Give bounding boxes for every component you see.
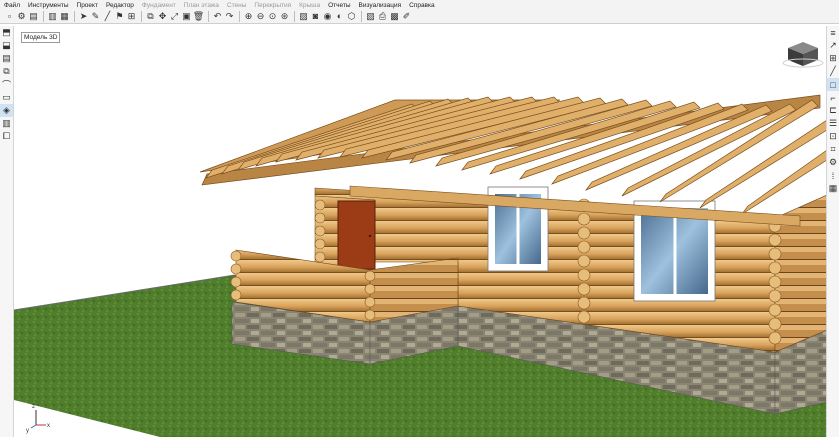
menu-editor[interactable]: Редактор (102, 2, 138, 9)
path-icon[interactable]: ↗ (827, 39, 839, 52)
toolbar-separator (208, 11, 209, 22)
select-arrow-icon[interactable]: ➤ (78, 11, 89, 22)
cube-icon[interactable]: ⬡ (346, 11, 357, 22)
axis-label-z: z (32, 404, 35, 410)
library-icon[interactable]: ▦ (59, 11, 70, 22)
layers-icon[interactable]: ▤ (28, 11, 39, 22)
menu-foundation[interactable]: Фундамент (138, 2, 180, 9)
line-tool-icon[interactable]: ╱ (827, 65, 839, 78)
zoom-in-icon[interactable]: ⊕ (243, 11, 254, 22)
contrast-icon[interactable]: ◐ (334, 11, 345, 22)
export-icon[interactable]: ▧ (365, 11, 376, 22)
navigation-cube[interactable] (782, 42, 824, 68)
step-tool-icon[interactable]: ⌐ (827, 91, 839, 104)
menu-walls[interactable]: Стены (223, 2, 250, 9)
toolbar-separator (294, 11, 295, 22)
view-walls-icon[interactable]: ▤ (0, 52, 13, 65)
image-icon[interactable]: ▨ (298, 11, 309, 22)
axis-label-x: x (47, 423, 50, 429)
menu-bar: Файл Инструменты Проект Редактор Фундаме… (0, 0, 839, 10)
crop-icon[interactable]: ⌗ (827, 143, 839, 156)
view-3d-icon[interactable]: ◈ (0, 104, 13, 117)
menu-tools[interactable]: Инструменты (24, 2, 73, 9)
toolbar-separator (74, 11, 75, 22)
toolbar-separator (361, 11, 362, 22)
paint-icon[interactable]: ✐ (401, 11, 412, 22)
axis-indicator (30, 410, 46, 429)
brush-icon[interactable]: ╱ (102, 11, 113, 22)
zoom-out-icon[interactable]: ⊖ (255, 11, 266, 22)
fit-icon[interactable]: ⤢ (169, 11, 180, 22)
move-icon[interactable]: ✥ (157, 11, 168, 22)
delete-icon[interactable]: 🗑 (193, 11, 204, 22)
axis-label-y: y (26, 428, 29, 434)
layers-right-icon[interactable]: ☰ (827, 117, 839, 130)
view-sheets-icon[interactable]: ⧉ (0, 65, 13, 78)
main-toolbar: ▫ ⚙ ▤ ▥ ▦ ➤ ✎ ╱ ⚑ ⊞ ⧉ ✥ ⤢ ▣ 🗑 ↶ ↷ ⊕ ⊖ ⊙ … (0, 10, 839, 24)
view-columns-icon[interactable]: ▥ (0, 117, 13, 130)
dots-grid-icon[interactable]: ⁞ (827, 169, 839, 182)
menu-file[interactable]: Файл (0, 2, 24, 9)
view-plan-icon[interactable]: ⬒ (0, 26, 13, 39)
menu-help[interactable]: Справка (405, 2, 439, 9)
zoom-window-icon[interactable]: ⊛ (279, 11, 290, 22)
rectangle-tool-icon[interactable]: □ (827, 78, 839, 91)
save-image-icon[interactable]: ▩ (389, 11, 400, 22)
menu-visualization[interactable]: Визуализация (355, 2, 406, 9)
toolbar-separator (141, 11, 142, 22)
camera-icon[interactable]: ◙ (310, 11, 321, 22)
zoom-fit-icon[interactable]: ⊙ (267, 11, 278, 22)
view-floor-icon[interactable]: ⬓ (0, 39, 13, 52)
flag-icon[interactable]: ⚑ (114, 11, 125, 22)
menu-lines-icon[interactable]: ≡ (827, 26, 839, 39)
house-model-scene[interactable]: z x y (14, 25, 827, 437)
pen-icon[interactable]: ✎ (90, 11, 101, 22)
grid-view-icon[interactable]: ⊞ (827, 52, 839, 65)
menu-floors[interactable]: Перекрытия (250, 2, 295, 9)
menu-reports[interactable]: Отчеты (324, 2, 354, 9)
eye-icon[interactable]: ◉ (322, 11, 333, 22)
print-icon[interactable]: ⎙ (377, 11, 388, 22)
right-toolbar: ≡ ↗ ⊞ ╱ □ ⌐ ⊏ ☰ ⊡ ⌗ ⚙ ⁞ ▦ (826, 26, 839, 437)
settings-icon[interactable]: ⚙ (16, 11, 27, 22)
view-windows-icon[interactable]: ⧠ (0, 130, 13, 143)
redo-icon[interactable]: ↷ (224, 11, 235, 22)
book-icon[interactable]: ▥ (47, 11, 58, 22)
toolbar-separator (43, 11, 44, 22)
menu-roof[interactable]: Крыша (295, 2, 324, 9)
view-roof-icon[interactable]: ⌒ (0, 78, 13, 91)
door-handle (368, 234, 372, 238)
settings-right-icon[interactable]: ⚙ (827, 156, 839, 169)
measure-icon[interactable]: ⊏ (827, 104, 839, 117)
left-toolbar: ⬒ ⬓ ▤ ⧉ ⌒ ▭ ◈ ▥ ⧠ (0, 26, 14, 437)
pattern-icon[interactable]: ▦ (827, 182, 839, 195)
grid-icon[interactable]: ⊞ (126, 11, 137, 22)
snap-icon[interactable]: ⊡ (827, 130, 839, 143)
viewport-3d[interactable]: z x y (14, 25, 827, 437)
copy-icon[interactable]: ⧉ (145, 11, 156, 22)
viewport-title: Модель 3D (21, 32, 61, 43)
menu-floor-plan[interactable]: План этажа (180, 2, 223, 9)
table-icon[interactable]: ▣ (181, 11, 192, 22)
toolbar-separator (239, 11, 240, 22)
view-stairs-icon[interactable]: ▭ (0, 91, 13, 104)
menu-project[interactable]: Проект (73, 2, 102, 9)
new-project-icon[interactable]: ▫ (4, 11, 15, 22)
undo-icon[interactable]: ↶ (212, 11, 223, 22)
